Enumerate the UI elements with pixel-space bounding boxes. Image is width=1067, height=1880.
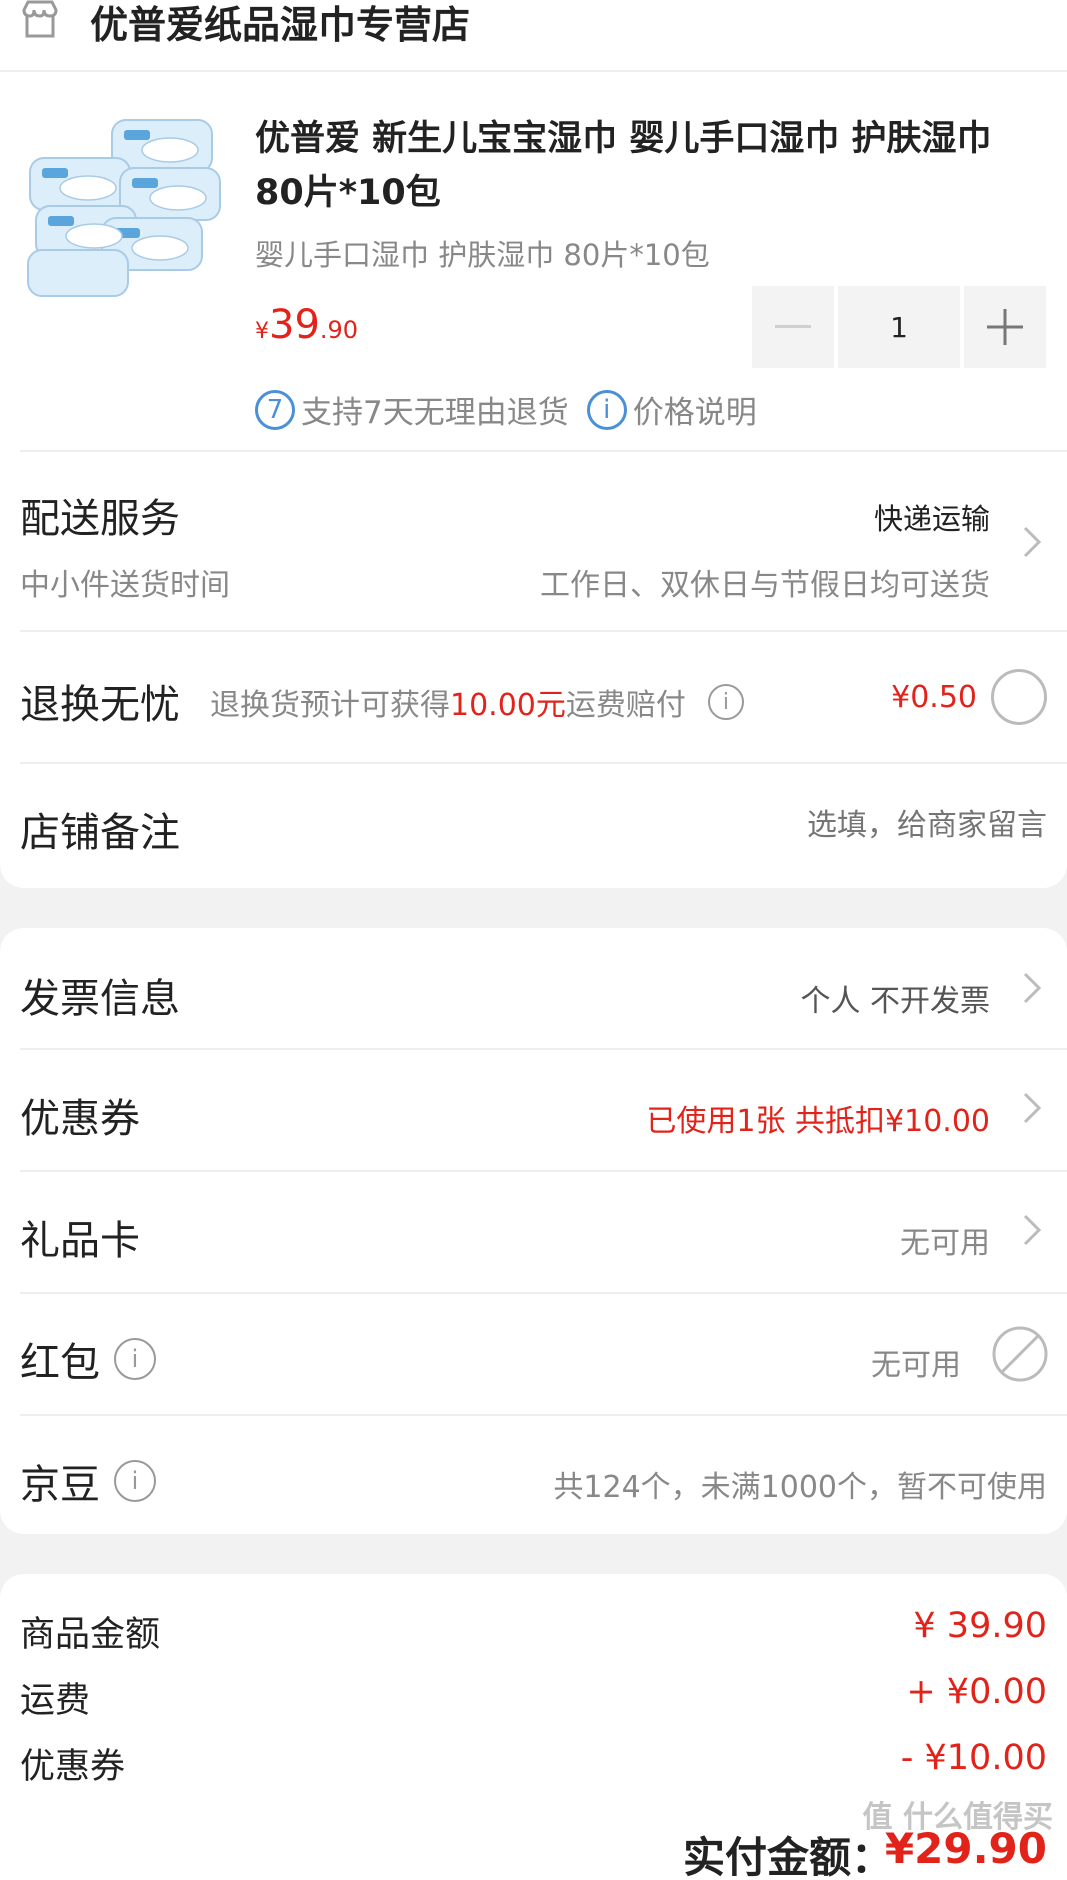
increase-quantity-button[interactable] — [964, 286, 1046, 368]
product-price: ¥39.90 — [255, 302, 358, 348]
coupon-discount-label: 优惠券 — [20, 1747, 126, 1787]
return-insurance-radio[interactable] — [991, 669, 1047, 725]
chevron-right-icon — [1023, 526, 1042, 558]
seven-day-return-icon: 7 — [255, 389, 295, 430]
red-packet-row[interactable]: 红包 i 无可用 — [0, 1294, 1067, 1414]
price-integer: 39 — [269, 302, 320, 348]
jingdou-value: 共124个，未满1000个，暂不可使用 — [553, 1470, 1047, 1505]
shipping-fee-label: 运费 — [20, 1681, 91, 1721]
store-icon — [22, 0, 58, 38]
return-insurance-row[interactable]: 退换无忧 退换货预计可获得 10.00元 运费赔付 i ¥0.50 — [0, 632, 1067, 762]
red-packet-title: 红包 i — [20, 1330, 156, 1388]
coupon-value: 已使用1张 共抵扣¥10.00 — [646, 1104, 990, 1139]
service-tags: 7 支持7天无理由退货 i 价格说明 — [255, 387, 757, 432]
shop-remark-label: 店铺备注 — [20, 810, 180, 856]
decrease-quantity-button[interactable] — [752, 286, 834, 368]
jingdou-row[interactable]: 京豆 i 共124个，未满1000个，暂不可使用 — [0, 1416, 1067, 1534]
subtotal-value: ¥ 39.90 — [913, 1606, 1047, 1646]
shipping-fee-value: + ¥0.00 — [906, 1672, 1047, 1712]
delivery-time-label: 中小件送货时间 — [20, 568, 230, 603]
jingdou-title: 京豆 i — [20, 1452, 156, 1510]
watermark: 值 什么值得买 — [862, 1800, 1053, 1835]
gift-card-value: 无可用 — [900, 1226, 990, 1261]
red-packet-value: 无可用 — [871, 1348, 961, 1383]
invoice-value: 个人 不开发票 — [800, 984, 990, 1019]
product-title[interactable]: 优普爱 新生儿宝宝湿巾 婴儿手口湿巾 护肤湿巾 80片*10包 — [255, 112, 1045, 220]
coupon-label: 优惠券 — [20, 1096, 140, 1142]
info-icon[interactable]: i — [707, 684, 744, 720]
info-icon[interactable]: i — [114, 1460, 156, 1502]
return-desc-prefix: 退换货预计可获得 — [210, 688, 450, 723]
gift-card-row[interactable]: 礼品卡 无可用 — [0, 1172, 1067, 1292]
delivery-service-row[interactable]: 配送服务 快递运输 中小件送货时间 工作日、双休日与节假日均可送货 — [0, 452, 1067, 630]
info-icon[interactable]: i — [114, 1338, 156, 1380]
jingdou-label: 京豆 — [20, 1462, 100, 1508]
plus-icon — [987, 309, 1023, 345]
disabled-icon — [992, 1326, 1048, 1382]
chevron-right-icon — [1023, 1214, 1042, 1246]
minus-icon — [775, 325, 811, 328]
return-insurance-label: 退换无忧 — [20, 682, 180, 728]
total-label: 实付金额： — [683, 1833, 894, 1880]
order-card-product: 优普爱纸品湿巾专营店 优普爱 新生儿宝宝湿巾 婴儿手口湿巾 护肤湿巾 80片*1… — [0, 0, 1067, 888]
product-spec: 婴儿手口湿巾 护肤湿巾 80片*10包 — [255, 238, 710, 272]
chevron-right-icon — [1023, 1092, 1042, 1124]
shop-remark-input[interactable] — [547, 800, 1047, 850]
order-summary: 商品金额 ¥ 39.90 运费 + ¥0.00 优惠券 - ¥10.00 实付金… — [0, 1574, 1067, 1880]
invoice-label: 发票信息 — [20, 976, 180, 1022]
seven-day-return-label[interactable]: 支持7天无理由退货 — [301, 387, 569, 432]
return-insurance-price: ¥0.50 — [891, 680, 977, 715]
chevron-right-icon — [1023, 972, 1042, 1004]
gift-card-label: 礼品卡 — [20, 1218, 140, 1264]
subtotal-label: 商品金额 — [20, 1615, 161, 1655]
return-desc-suffix: 运费赔付 — [565, 688, 686, 723]
divider — [20, 762, 1067, 764]
info-icon: i — [586, 389, 627, 430]
order-card-payment-options: 发票信息 个人 不开发票 优惠券 已使用1张 共抵扣¥10.00 礼品卡 无可用… — [0, 928, 1067, 1534]
invoice-row[interactable]: 发票信息 个人 不开发票 — [0, 928, 1067, 1048]
price-decimal: .90 — [319, 316, 359, 344]
delivery-method: 快递运输 — [873, 502, 990, 536]
coupon-row[interactable]: 优惠券 已使用1张 共抵扣¥10.00 — [0, 1050, 1067, 1170]
delivery-time-value: 工作日、双休日与节假日均可送货 — [540, 568, 990, 603]
return-insurance-desc: 退换货预计可获得 10.00元 运费赔付 i — [210, 680, 744, 724]
product-image[interactable] — [20, 110, 230, 300]
red-packet-label: 红包 — [20, 1340, 100, 1386]
delivery-service-label: 配送服务 — [20, 496, 180, 542]
quantity-stepper: 1 — [752, 286, 1046, 368]
coupon-discount-value: - ¥10.00 — [900, 1738, 1047, 1778]
return-desc-amount: 10.00元 — [450, 688, 566, 723]
divider — [0, 70, 1067, 72]
price-explanation-link[interactable]: 价格说明 — [633, 387, 757, 432]
shop-name[interactable]: 优普爱纸品湿巾专营店 — [90, 0, 470, 49]
price-currency: ¥ — [255, 319, 269, 344]
quantity-value[interactable]: 1 — [838, 286, 960, 368]
